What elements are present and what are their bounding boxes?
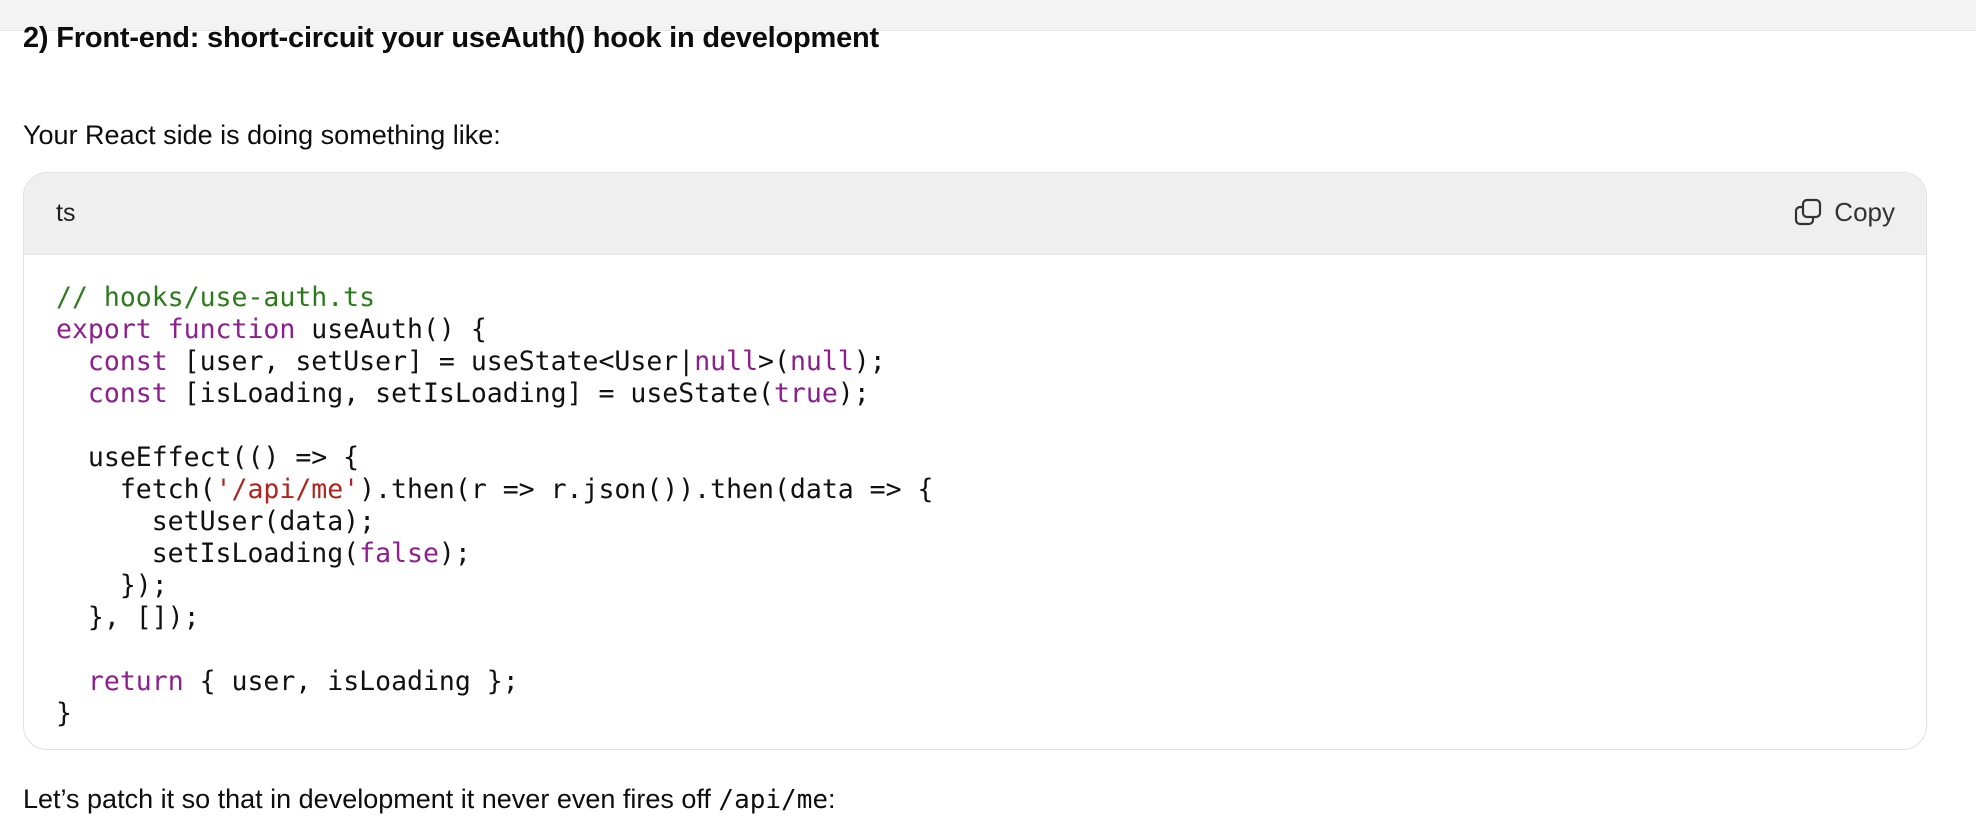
code-token: null <box>789 346 854 377</box>
inline-code: /api/me <box>718 785 828 815</box>
code-token: }, []); <box>56 602 200 633</box>
code-token: const <box>87 378 168 409</box>
code-token: export function <box>56 314 296 345</box>
code-token: [user, setUser] = useState<User| <box>167 346 695 377</box>
code-line: const [isLoading, setIsLoading] = useSta… <box>56 378 934 410</box>
code-line: // hooks/use-auth.ts <box>56 282 934 314</box>
code-token: setUser(data); <box>56 506 376 537</box>
code-token: null <box>694 346 759 377</box>
code-line: return { user, isLoading }; <box>56 666 934 698</box>
code-line: fetch('/api/me').then(r => r.json()).the… <box>56 474 934 506</box>
code-block: ts Copy // hooks/use-auth.ts export funct… <box>23 172 1927 750</box>
code-line: const [user, setUser] = useState<User|nu… <box>56 346 934 378</box>
outro-paragraph: Let’s patch it so that in development it… <box>23 784 836 815</box>
code-token: fetch( <box>56 474 216 505</box>
code-token: ).then(r => r.json()).then(data => { <box>359 474 934 505</box>
code-line: setUser(data); <box>56 506 934 538</box>
code-line: } <box>56 698 934 730</box>
copy-label: Copy <box>1834 196 1895 227</box>
code-token: useEffect(() => { <box>56 442 360 473</box>
code-content: // hooks/use-auth.ts export function useA… <box>56 282 934 730</box>
code-token: '/api/me' <box>215 474 360 505</box>
code-token: } <box>56 698 72 729</box>
code-token: [isLoading, setIsLoading] = useState( <box>167 378 774 409</box>
code-line: export function useAuth() { <box>56 314 934 346</box>
outro-text: Let’s patch it so that in development it… <box>23 784 719 814</box>
code-token: useAuth() { <box>295 314 487 345</box>
code-token: { user, isLoading }; <box>183 666 519 697</box>
code-token: ); <box>837 378 870 409</box>
code-token: true <box>773 378 838 409</box>
code-token: // hooks/use-auth.ts <box>56 282 376 313</box>
code-token: }); <box>56 570 168 601</box>
code-token: return <box>87 666 184 697</box>
copy-icon <box>1795 198 1822 226</box>
intro-paragraph: Your React side is doing something like: <box>23 120 501 150</box>
copy-button[interactable]: Copy <box>1792 196 1895 228</box>
code-line: setIsLoading(false); <box>56 538 934 570</box>
outro-suffix: : <box>828 784 836 814</box>
code-token: setIsLoading( <box>56 538 360 569</box>
section-heading: 2) Front-end: short-circuit your useAuth… <box>23 22 880 54</box>
code-token: const <box>87 346 168 377</box>
code-token: >( <box>758 346 790 377</box>
code-token: false <box>359 538 439 569</box>
code-line: }); <box>56 570 934 602</box>
code-token: ); <box>853 346 886 377</box>
code-block-header: ts Copy <box>24 173 1926 255</box>
code-line: useEffect(() => { <box>56 442 934 474</box>
code-token: ); <box>438 538 471 569</box>
code-line: }, []); <box>56 602 934 634</box>
code-language-label: ts <box>56 199 76 227</box>
